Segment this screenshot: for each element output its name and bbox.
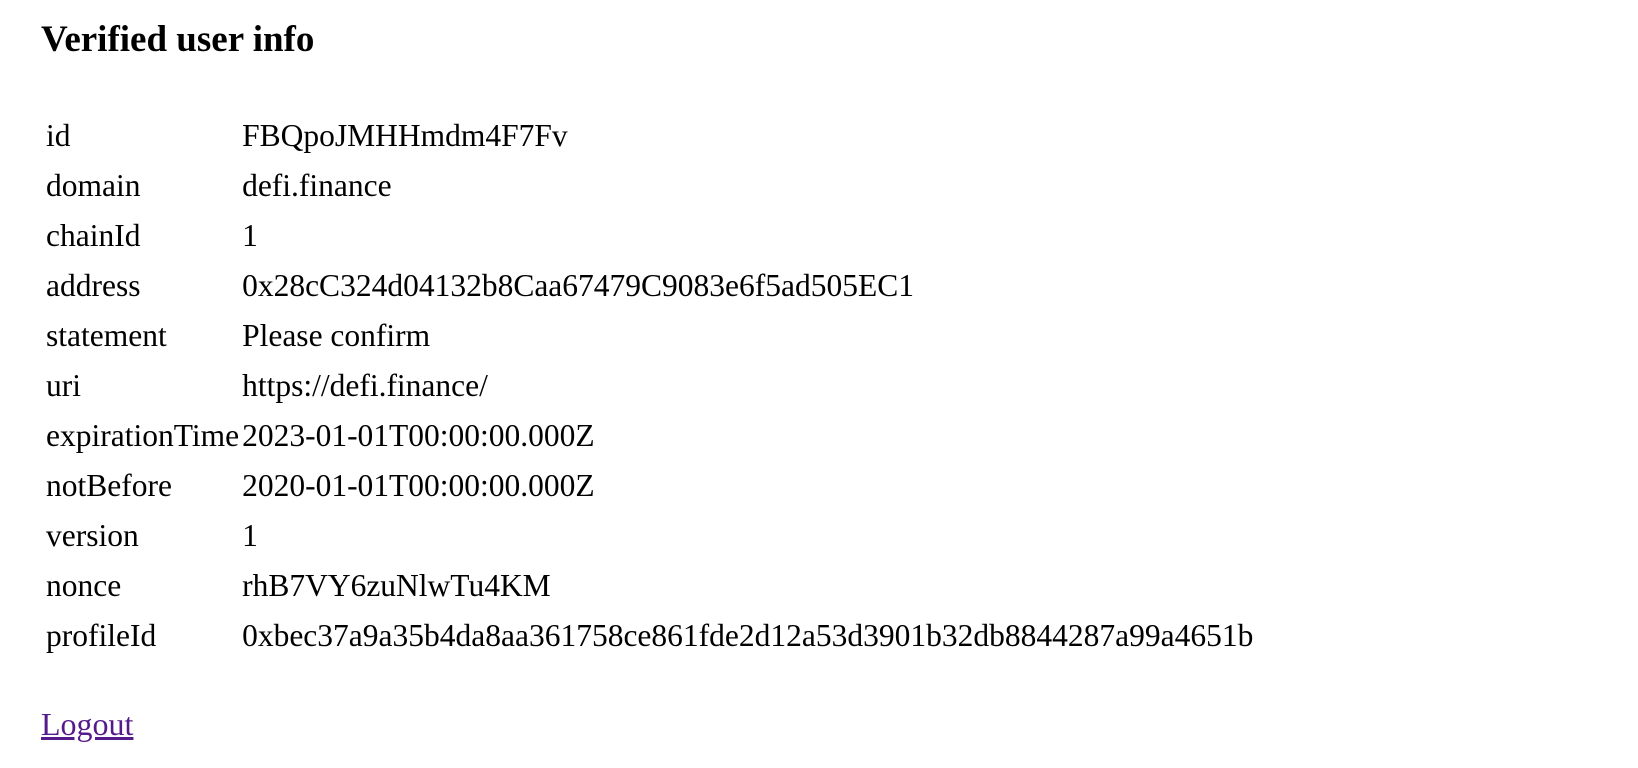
row-key-uri: uri — [46, 368, 81, 403]
row-key-notbefore: notBefore — [46, 468, 172, 503]
row-value-address: 0x28cC324d04132b8Caa67479C9083e6f5ad505E… — [242, 268, 915, 303]
table-row: nonce rhB7VY6zuNlwTu4KM — [45, 562, 1254, 610]
row-value-statement: Please confirm — [242, 318, 431, 353]
row-key-version: version — [46, 518, 139, 553]
table-row: id FBQpoJMHHmdm4F7Fv — [45, 112, 1254, 160]
table-row: domain defi.finance — [45, 162, 1254, 210]
table-row: profileId 0xbec37a9a35b4da8aa361758ce861… — [45, 612, 1254, 660]
logout-link[interactable]: Logout — [41, 706, 133, 743]
table-row: uri https://defi.finance/ — [45, 362, 1254, 410]
table-row: chainId 1 — [45, 212, 1254, 260]
table-row: address 0x28cC324d04132b8Caa67479C9083e6… — [45, 262, 1254, 310]
user-info-table: id FBQpoJMHHmdm4F7Fv domain defi.finance… — [43, 110, 1256, 662]
table-row: notBefore 2020-01-01T00:00:00.000Z — [45, 462, 1254, 510]
row-key-domain: domain — [46, 168, 141, 203]
row-key-profileid: profileId — [46, 618, 157, 653]
row-value-nonce: rhB7VY6zuNlwTu4KM — [242, 568, 551, 603]
row-value-id: FBQpoJMHHmdm4F7Fv — [242, 118, 568, 153]
row-value-uri: https://defi.finance/ — [242, 368, 488, 403]
page: Verified user info id FBQpoJMHHmdm4F7Fv … — [0, 0, 1638, 743]
row-key-statement: statement — [46, 318, 167, 353]
row-key-expirationtime: expirationTime — [46, 418, 240, 453]
row-value-domain: defi.finance — [242, 168, 392, 203]
row-value-profileid: 0xbec37a9a35b4da8aa361758ce861fde2d12a53… — [242, 618, 1254, 653]
row-value-chainid: 1 — [242, 218, 258, 253]
row-value-notbefore: 2020-01-01T00:00:00.000Z — [242, 468, 595, 503]
row-key-chainid: chainId — [46, 218, 141, 253]
row-key-nonce: nonce — [46, 568, 122, 603]
table-row: expirationTime 2023-01-01T00:00:00.000Z — [45, 412, 1254, 460]
table-row: version 1 — [45, 512, 1254, 560]
row-key-id: id — [46, 118, 71, 153]
table-row: statement Please confirm — [45, 312, 1254, 360]
row-key-address: address — [46, 268, 141, 303]
row-value-expirationtime: 2023-01-01T00:00:00.000Z — [242, 418, 595, 453]
row-value-version: 1 — [242, 518, 258, 553]
page-title: Verified user info — [41, 19, 315, 60]
